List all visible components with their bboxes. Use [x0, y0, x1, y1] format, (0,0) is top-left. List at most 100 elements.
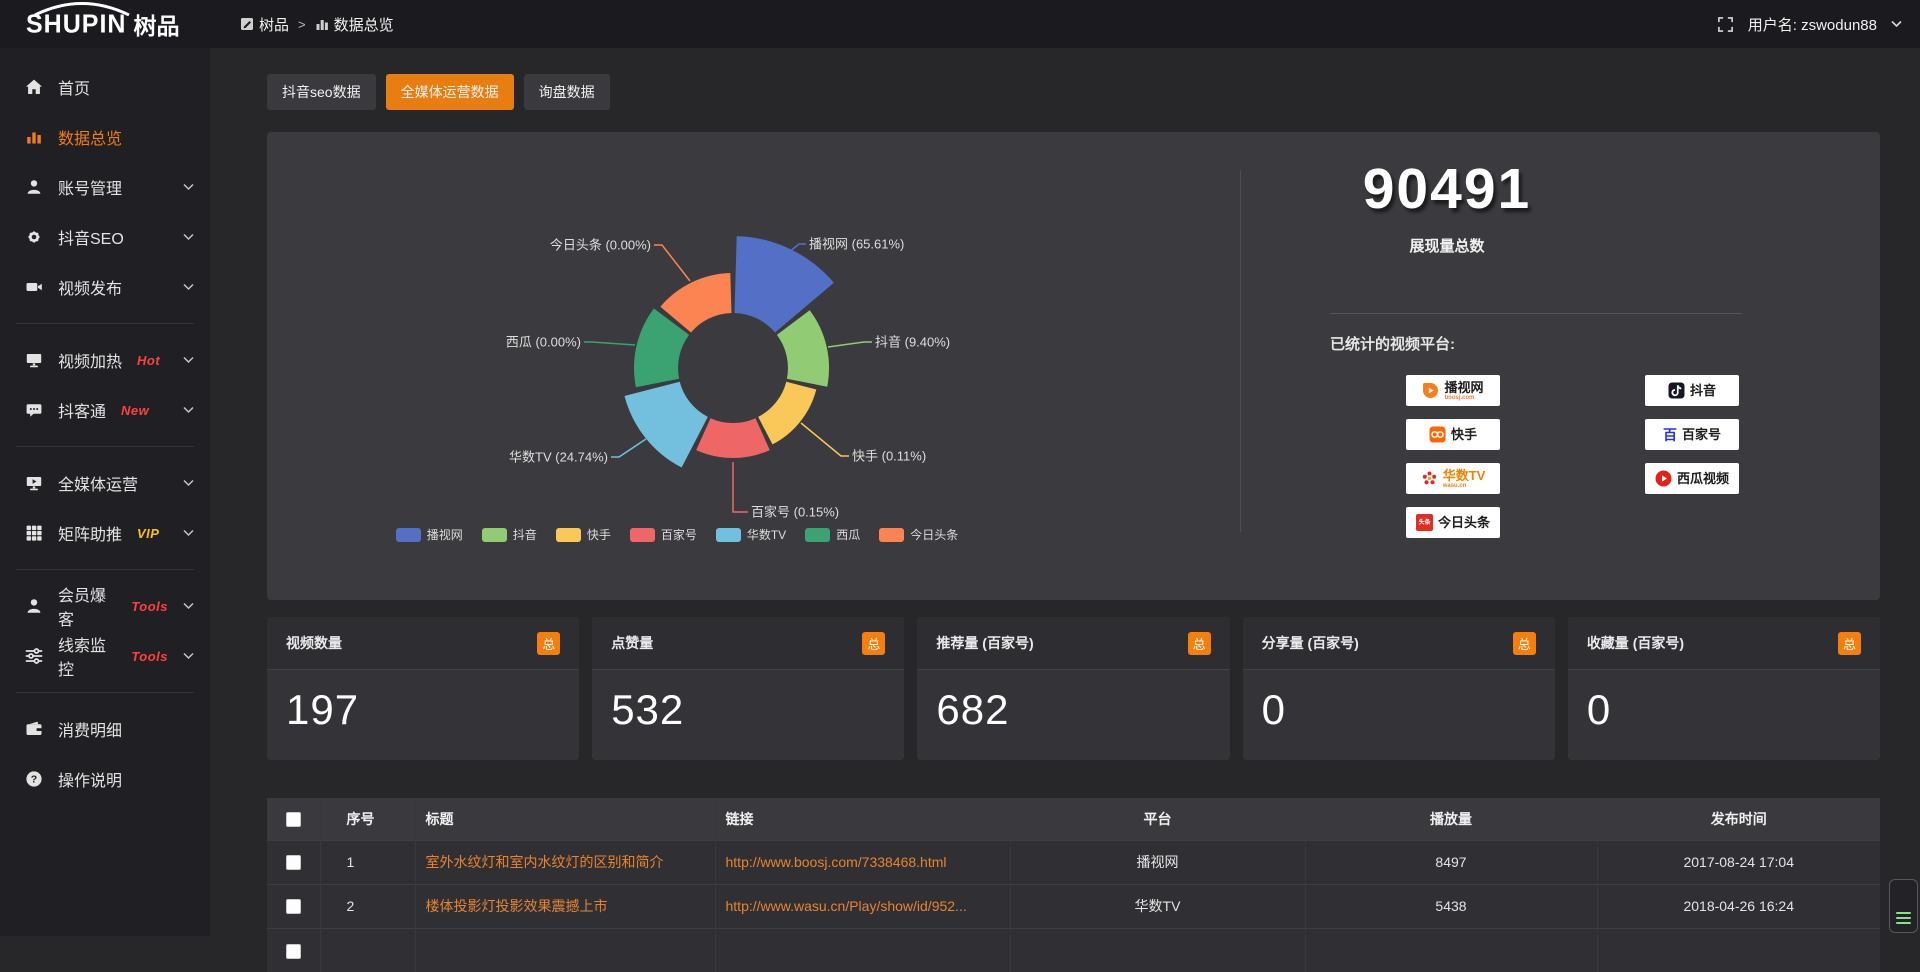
legend-label: 西瓜 — [836, 526, 860, 543]
toutiao-icon: 头条 — [1416, 514, 1433, 531]
home-icon — [25, 78, 43, 96]
cell-title[interactable]: 室外水纹灯和室内水纹灯的区别和简介 — [415, 840, 715, 884]
fullscreen-icon[interactable] — [1717, 16, 1734, 33]
pie-label-抖音: 抖音 (9.40%) — [875, 335, 950, 350]
legend-swatch — [879, 528, 904, 542]
column-header-3: 平台 — [1010, 798, 1305, 840]
column-header-4: 播放量 — [1305, 798, 1597, 840]
sidebar-item-douketong[interactable]: 抖客通New — [0, 385, 210, 435]
pie-slice-快手[interactable] — [758, 382, 816, 445]
pie-slice-华数TV[interactable] — [625, 382, 708, 468]
sidebar-item-label: 会员爆客 — [58, 582, 116, 630]
legend-item-西瓜[interactable]: 西瓜 — [805, 526, 860, 543]
sidebar-item-instructions[interactable]: ?操作说明 — [0, 754, 210, 804]
select-all-checkbox[interactable] — [286, 812, 301, 827]
platform-chip-name: 百家号 — [1682, 428, 1721, 441]
breadcrumb-home[interactable]: 树品 — [240, 14, 289, 35]
pie-label-今日头条: 今日头条 (0.00%) — [550, 238, 651, 253]
stat-card-title: 推荐量 (百家号) — [936, 633, 1033, 653]
pie-label-西瓜: 西瓜 (0.00%) — [506, 335, 581, 350]
tab-media-ops-data[interactable]: 全媒体运营数据 — [386, 74, 514, 110]
legend-item-播视网[interactable]: 播视网 — [396, 526, 463, 543]
row-checkbox[interactable] — [286, 855, 301, 870]
pie-label-百家号: 百家号 (0.15%) — [751, 505, 839, 520]
legend-item-百家号[interactable]: 百家号 — [630, 526, 697, 543]
chevron-down-icon[interactable] — [1891, 20, 1902, 28]
legend-swatch — [716, 528, 741, 542]
breadcrumb-current[interactable]: 数据总览 — [315, 14, 394, 35]
platform-chip-text: 华数TVwasu.cn — [1443, 469, 1486, 489]
legend-item-华数TV[interactable]: 华数TV — [716, 526, 786, 543]
cell-time: 2017-08-24 17:04 — [1597, 840, 1880, 884]
platform-chip-name: 播视网 — [1444, 381, 1483, 394]
stat-card-favorite-count: 收藏量 (百家号)总0 — [1568, 617, 1880, 760]
legend-label: 播视网 — [427, 526, 463, 543]
user-icon — [25, 178, 43, 196]
sidebar-item-label: 消费明细 — [58, 717, 122, 741]
username-label[interactable]: 用户名: zswodun88 — [1748, 14, 1877, 35]
header-checkbox-cell — [267, 798, 320, 840]
cell-link[interactable]: http://www.boosj.com/7338468.html — [715, 840, 1010, 884]
rose-pie-chart[interactable]: 播视网 (65.61%)抖音 (9.40%)快手 (0.11%)百家号 (0.1… — [267, 132, 1227, 572]
sidebar-item-douyin-seo[interactable]: 抖音SEO — [0, 212, 210, 262]
total-badge[interactable]: 总 — [1513, 632, 1536, 655]
cell-link[interactable]: http://www.wasu.cn/Play/show/id/952... — [715, 884, 1010, 928]
data-tabs: 抖音seo数据全媒体运营数据询盘数据 — [267, 74, 610, 110]
stat-card-value: 682 — [917, 670, 1229, 734]
total-badge[interactable]: 总 — [537, 632, 560, 655]
wallet-icon — [25, 720, 43, 738]
tab-inquiry-data[interactable]: 询盘数据 — [524, 74, 610, 110]
sidebar-item-label: 首页 — [58, 75, 90, 99]
platform-chip-xigua[interactable]: 西瓜视频 — [1645, 463, 1739, 494]
baijiahao-icon: 百 — [1663, 425, 1677, 445]
stat-card-value: 0 — [1243, 670, 1555, 734]
pie-slice-百家号[interactable] — [696, 418, 770, 458]
sidebar-item-video-heat[interactable]: 视频加热Hot — [0, 335, 210, 385]
legend-item-快手[interactable]: 快手 — [556, 526, 611, 543]
total-badge[interactable]: 总 — [1838, 632, 1861, 655]
overview-chart-panel: 播视网 (65.61%)抖音 (9.40%)快手 (0.11%)百家号 (0.1… — [267, 132, 1880, 600]
total-badge[interactable]: 总 — [862, 632, 885, 655]
sidebar-item-label: 账号管理 — [58, 175, 122, 199]
sidebar-item-label: 线索监控 — [58, 632, 116, 680]
app-logo[interactable]: SHUPIN 树品 — [0, 0, 210, 48]
chevron-down-icon — [183, 283, 194, 291]
cell-time — [1597, 928, 1880, 972]
sidebar-item-media-ops[interactable]: 全媒体运营 — [0, 458, 210, 508]
row-checkbox[interactable] — [286, 944, 301, 959]
platform-chip-boosj[interactable]: 播视网boosj.com — [1406, 375, 1500, 406]
table-row: 1室外水纹灯和室内水纹灯的区别和简介http://www.boosj.com/7… — [267, 840, 1880, 884]
chat-widget[interactable] — [1889, 879, 1918, 933]
wasu-icon — [1421, 470, 1438, 487]
platform-chip-wasu[interactable]: 华数TVwasu.cn — [1406, 463, 1500, 494]
platform-chip-toutiao[interactable]: 头条今日头条 — [1406, 507, 1500, 538]
platform-chips-left: 播视网boosj.com 快手华数TVwasu.cn 头条今日头条 — [1406, 375, 1500, 538]
platform-chip-kuaishou[interactable]: 快手 — [1406, 419, 1500, 450]
stat-card-title: 视频数量 — [286, 633, 342, 653]
cell-title[interactable]: 楼体投影灯投影效果震撼上市 — [415, 884, 715, 928]
cell-link[interactable] — [715, 928, 1010, 972]
platform-chip-baijiahao[interactable]: 百百家号 — [1645, 419, 1739, 450]
total-impressions-value: 90491 — [1247, 156, 1647, 222]
sidebar-item-clue-monitor[interactable]: 线索监控Tools — [0, 631, 210, 681]
platform-chip-douyin[interactable]: 抖音 — [1645, 375, 1739, 406]
sidebar-item-video-publish[interactable]: 视频发布 — [0, 262, 210, 312]
row-checkbox[interactable] — [286, 899, 301, 914]
legend-swatch — [482, 528, 507, 542]
tab-douyin-seo-data[interactable]: 抖音seo数据 — [267, 74, 376, 110]
legend-swatch — [396, 528, 421, 542]
sidebar-item-data-overview[interactable]: 数据总览 — [0, 112, 210, 162]
sidebar-item-account-manage[interactable]: 账号管理 — [0, 162, 210, 212]
total-badge[interactable]: 总 — [1188, 632, 1211, 655]
sidebar-item-home[interactable]: 首页 — [0, 62, 210, 112]
table-row: 2楼体投影灯投影效果震撼上市http://www.wasu.cn/Play/sh… — [267, 884, 1880, 928]
platform-chip-name: 快手 — [1451, 428, 1477, 441]
gear-icon — [25, 228, 43, 246]
sidebar-item-member-burst[interactable]: 会员爆客Tools — [0, 581, 210, 631]
cell-no — [320, 928, 415, 972]
sidebar-item-consume-detail[interactable]: 消费明细 — [0, 704, 210, 754]
legend-item-抖音[interactable]: 抖音 — [482, 526, 537, 543]
sidebar-item-matrix-boost[interactable]: 矩阵助推VIP — [0, 508, 210, 558]
cell-title[interactable] — [415, 928, 715, 972]
legend-item-今日头条[interactable]: 今日头条 — [879, 526, 958, 543]
